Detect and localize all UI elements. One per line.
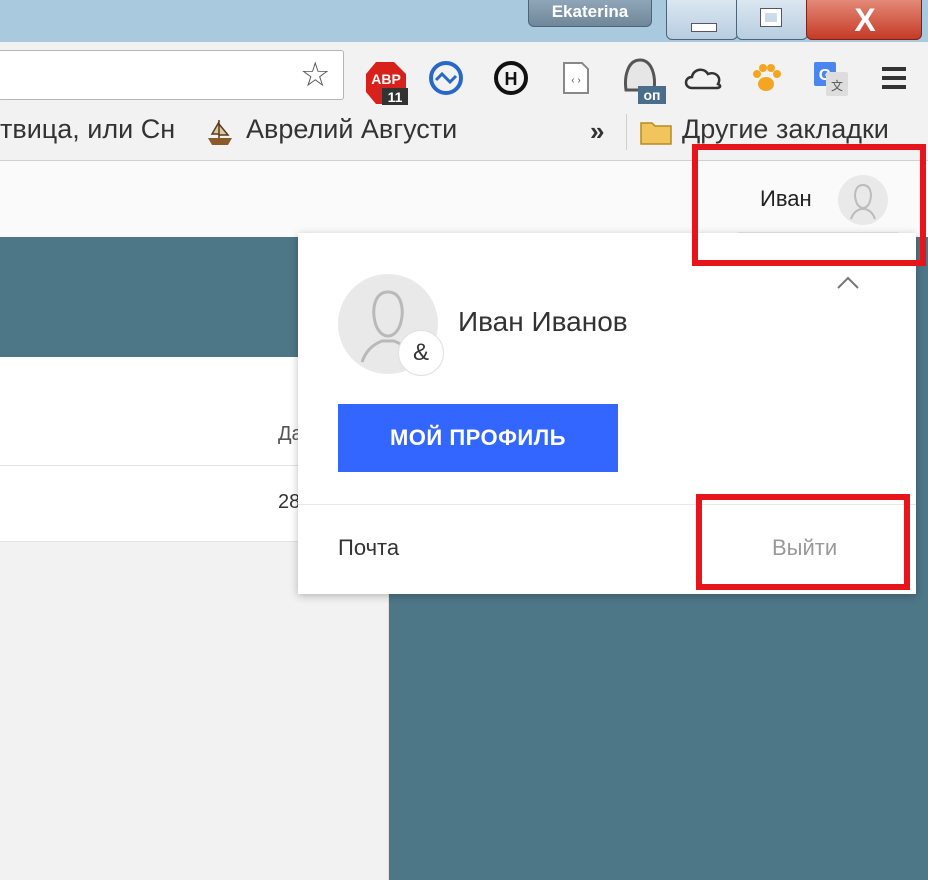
close-icon: X bbox=[854, 2, 876, 38]
popup-full-name: Иван Иванов bbox=[458, 306, 628, 337]
bookmark-item[interactable]: Аврелий Августи bbox=[246, 114, 457, 145]
source-code-icon[interactable]: ‹› bbox=[558, 60, 594, 96]
table-row[interactable] bbox=[0, 466, 298, 542]
svg-text:11: 11 bbox=[388, 89, 403, 105]
avatar-badge: & bbox=[398, 330, 444, 376]
minimize-button[interactable] bbox=[666, 0, 738, 40]
restore-icon bbox=[760, 8, 782, 27]
svg-text:‹›: ‹› bbox=[570, 76, 582, 87]
translate-icon[interactable]: G文 bbox=[812, 60, 848, 96]
cloud-icon[interactable] bbox=[682, 60, 724, 96]
other-bookmarks[interactable]: Другие закладки bbox=[682, 114, 889, 145]
table-cell-date: 28 bbox=[278, 491, 301, 513]
h-extension-icon[interactable]: H bbox=[493, 60, 529, 96]
highlight-box-logout bbox=[696, 494, 910, 590]
close-button[interactable]: X bbox=[806, 0, 922, 40]
svg-text:文: 文 bbox=[831, 78, 843, 93]
profile-user-tab[interactable]: Ekaterina bbox=[528, 0, 652, 27]
svg-text:ABP: ABP bbox=[371, 71, 401, 87]
highlight-box-username bbox=[692, 144, 926, 266]
mail-link[interactable]: Почта bbox=[338, 535, 399, 561]
chevron-up-icon[interactable] bbox=[836, 274, 860, 290]
bookmark-star-icon[interactable]: ☆ bbox=[300, 58, 330, 92]
paw-icon[interactable] bbox=[748, 60, 784, 96]
address-bar[interactable] bbox=[0, 50, 344, 100]
bookmarks-overflow-icon[interactable]: » bbox=[590, 116, 604, 147]
restore-button[interactable] bbox=[736, 0, 808, 40]
bookmark-item[interactable]: твица, или Сн bbox=[0, 114, 175, 145]
svg-text:оп: оп bbox=[643, 87, 660, 103]
svg-text:H: H bbox=[505, 69, 518, 89]
sync-icon[interactable] bbox=[428, 60, 464, 96]
table-header-row bbox=[0, 357, 298, 466]
my-profile-button[interactable]: МОЙ ПРОФИЛЬ bbox=[338, 404, 618, 472]
abp-icon[interactable]: ABP 11 bbox=[364, 60, 408, 105]
turbo-icon[interactable]: оп bbox=[618, 56, 668, 106]
menu-icon[interactable] bbox=[878, 60, 910, 96]
minimize-icon bbox=[691, 23, 717, 32]
bookmarks-divider bbox=[626, 114, 627, 150]
ship-icon bbox=[204, 116, 236, 148]
folder-icon bbox=[640, 119, 672, 145]
